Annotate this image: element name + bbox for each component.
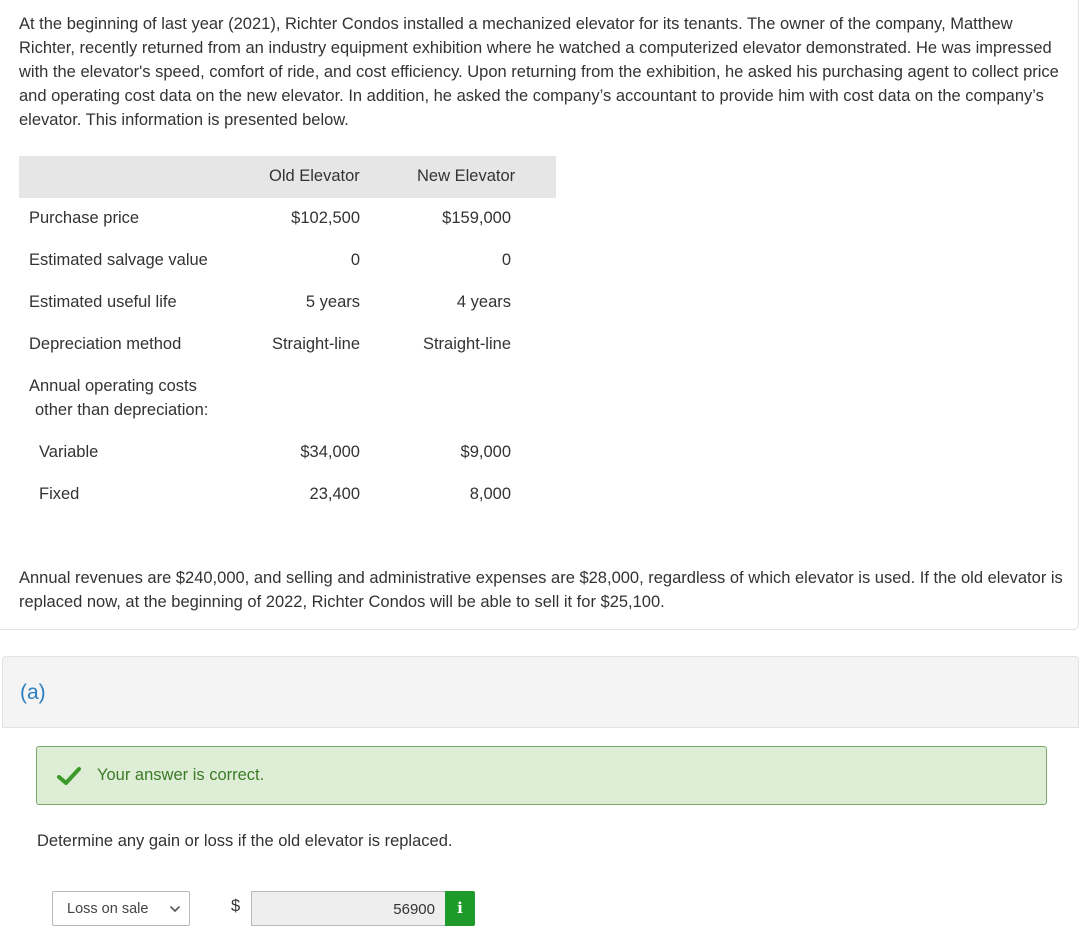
row-label-other-than-depreciation: other than depreciation: — [35, 401, 209, 419]
outro-paragraph: Annual revenues are $240,000, and sellin… — [19, 569, 1063, 611]
intro-paragraph: At the beginning of last year (2021), Ri… — [19, 15, 1059, 129]
row-label-variable: Variable — [39, 443, 99, 461]
row-label-salvage-value: Estimated salvage value — [29, 251, 208, 269]
cell-old-variable: $34,000 — [300, 443, 360, 461]
cell-new-variable: $9,000 — [460, 443, 511, 461]
part-label: (a) — [20, 681, 46, 704]
row-label-annual-operating-costs: Annual operating costs — [29, 377, 197, 395]
problem-card: At the beginning of last year (2021), Ri… — [0, 0, 1079, 630]
cell-new-salvage-value: 0 — [501, 251, 511, 269]
cell-new-fixed: 8,000 — [469, 485, 511, 503]
row-label-fixed: Fixed — [39, 485, 80, 503]
cell-new-depreciation-method: Straight-line — [422, 335, 511, 353]
gain-loss-select[interactable]: Loss on sale — [52, 891, 190, 926]
answer-input[interactable]: 56900 — [251, 891, 445, 926]
cell-old-fixed: 23,400 — [309, 485, 360, 503]
row-label-depreciation-method: Depreciation method — [29, 335, 182, 353]
cell-old-useful-life: 5 years — [305, 293, 360, 311]
correct-answer-banner: Your answer is correct. — [36, 746, 1047, 805]
feedback-message: Your answer is correct. — [97, 766, 265, 784]
col-header-new-elevator: New Elevator — [417, 167, 516, 185]
info-icon[interactable]: i — [445, 891, 475, 926]
chevron-down-icon — [170, 906, 180, 912]
cell-old-purchase-price: $102,500 — [291, 209, 360, 227]
part-header: (a) — [2, 656, 1079, 728]
cell-new-purchase-price: $159,000 — [442, 209, 511, 227]
select-value: Loss on sale — [67, 901, 149, 917]
row-label-purchase-price: Purchase price — [29, 209, 140, 227]
checkmark-icon — [57, 767, 81, 785]
cell-old-depreciation-method: Straight-line — [271, 335, 360, 353]
question-text: Determine any gain or loss if the old el… — [37, 832, 453, 850]
answer-value: 56900 — [393, 901, 435, 918]
row-label-useful-life: Estimated useful life — [29, 293, 177, 311]
cell-old-salvage-value: 0 — [350, 251, 360, 269]
col-header-old-elevator: Old Elevator — [269, 167, 360, 185]
cell-new-useful-life: 4 years — [456, 293, 511, 311]
currency-symbol: $ — [231, 897, 241, 915]
table-header: Old Elevator New Elevator — [19, 156, 556, 198]
